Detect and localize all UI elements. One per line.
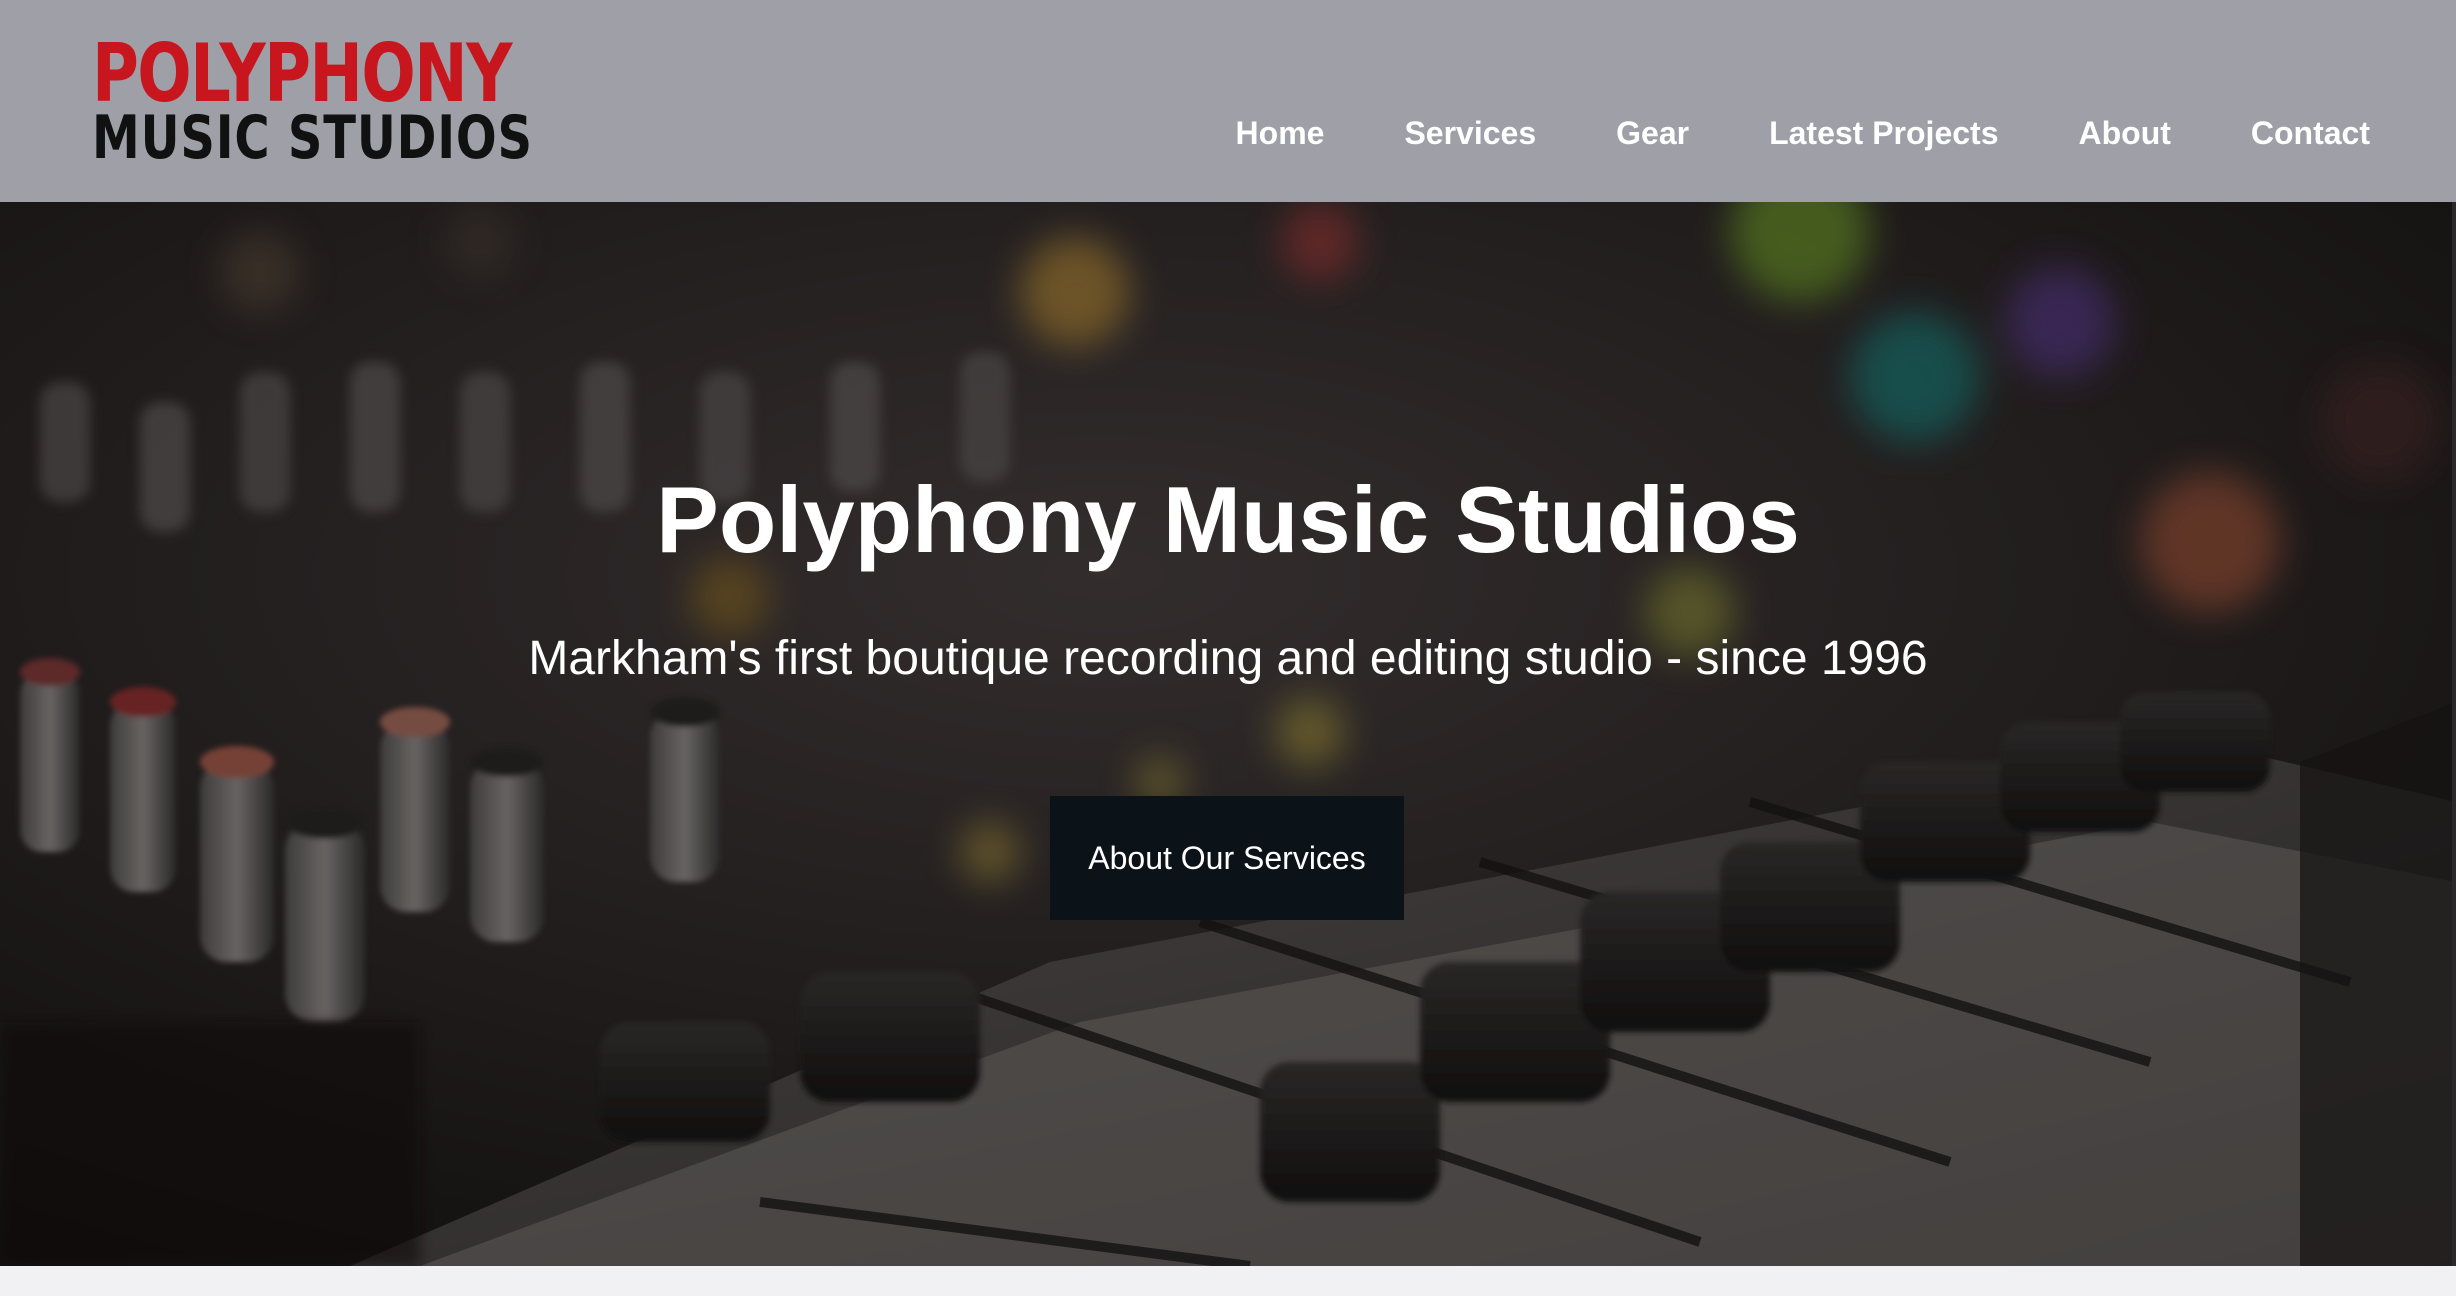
logo-line-music-studios: MUSIC STUDIOS <box>92 103 533 173</box>
hero-title: Polyphony Music Studios <box>656 467 1800 572</box>
nav-contact[interactable]: Contact <box>2211 115 2370 152</box>
site-header: POLYPHONY MUSIC STUDIOS Home Services Ge… <box>0 0 2456 202</box>
nav-latest-projects[interactable]: Latest Projects <box>1729 115 2038 152</box>
nav-about[interactable]: About <box>2038 115 2210 152</box>
page: POLYPHONY MUSIC STUDIOS Home Services Ge… <box>0 0 2456 1296</box>
logo-line-polyphony: POLYPHONY <box>92 27 512 120</box>
main-nav: Home Services Gear Latest Projects About… <box>1196 108 2370 158</box>
hero-content: Polyphony Music Studios Markham's first … <box>0 202 2456 1266</box>
hero-subtitle: Markham's first boutique recording and e… <box>528 632 1928 685</box>
nav-gear[interactable]: Gear <box>1576 115 1729 152</box>
nav-services[interactable]: Services <box>1364 115 1576 152</box>
logo[interactable]: POLYPHONY MUSIC STUDIOS <box>92 27 532 169</box>
scrollbar-track[interactable] <box>2452 202 2456 1266</box>
nav-home[interactable]: Home <box>1196 115 1365 152</box>
about-our-services-button[interactable]: About Our Services <box>1050 796 1404 920</box>
next-section-edge <box>0 1266 2456 1296</box>
hero-section: Polyphony Music Studios Markham's first … <box>0 202 2456 1266</box>
